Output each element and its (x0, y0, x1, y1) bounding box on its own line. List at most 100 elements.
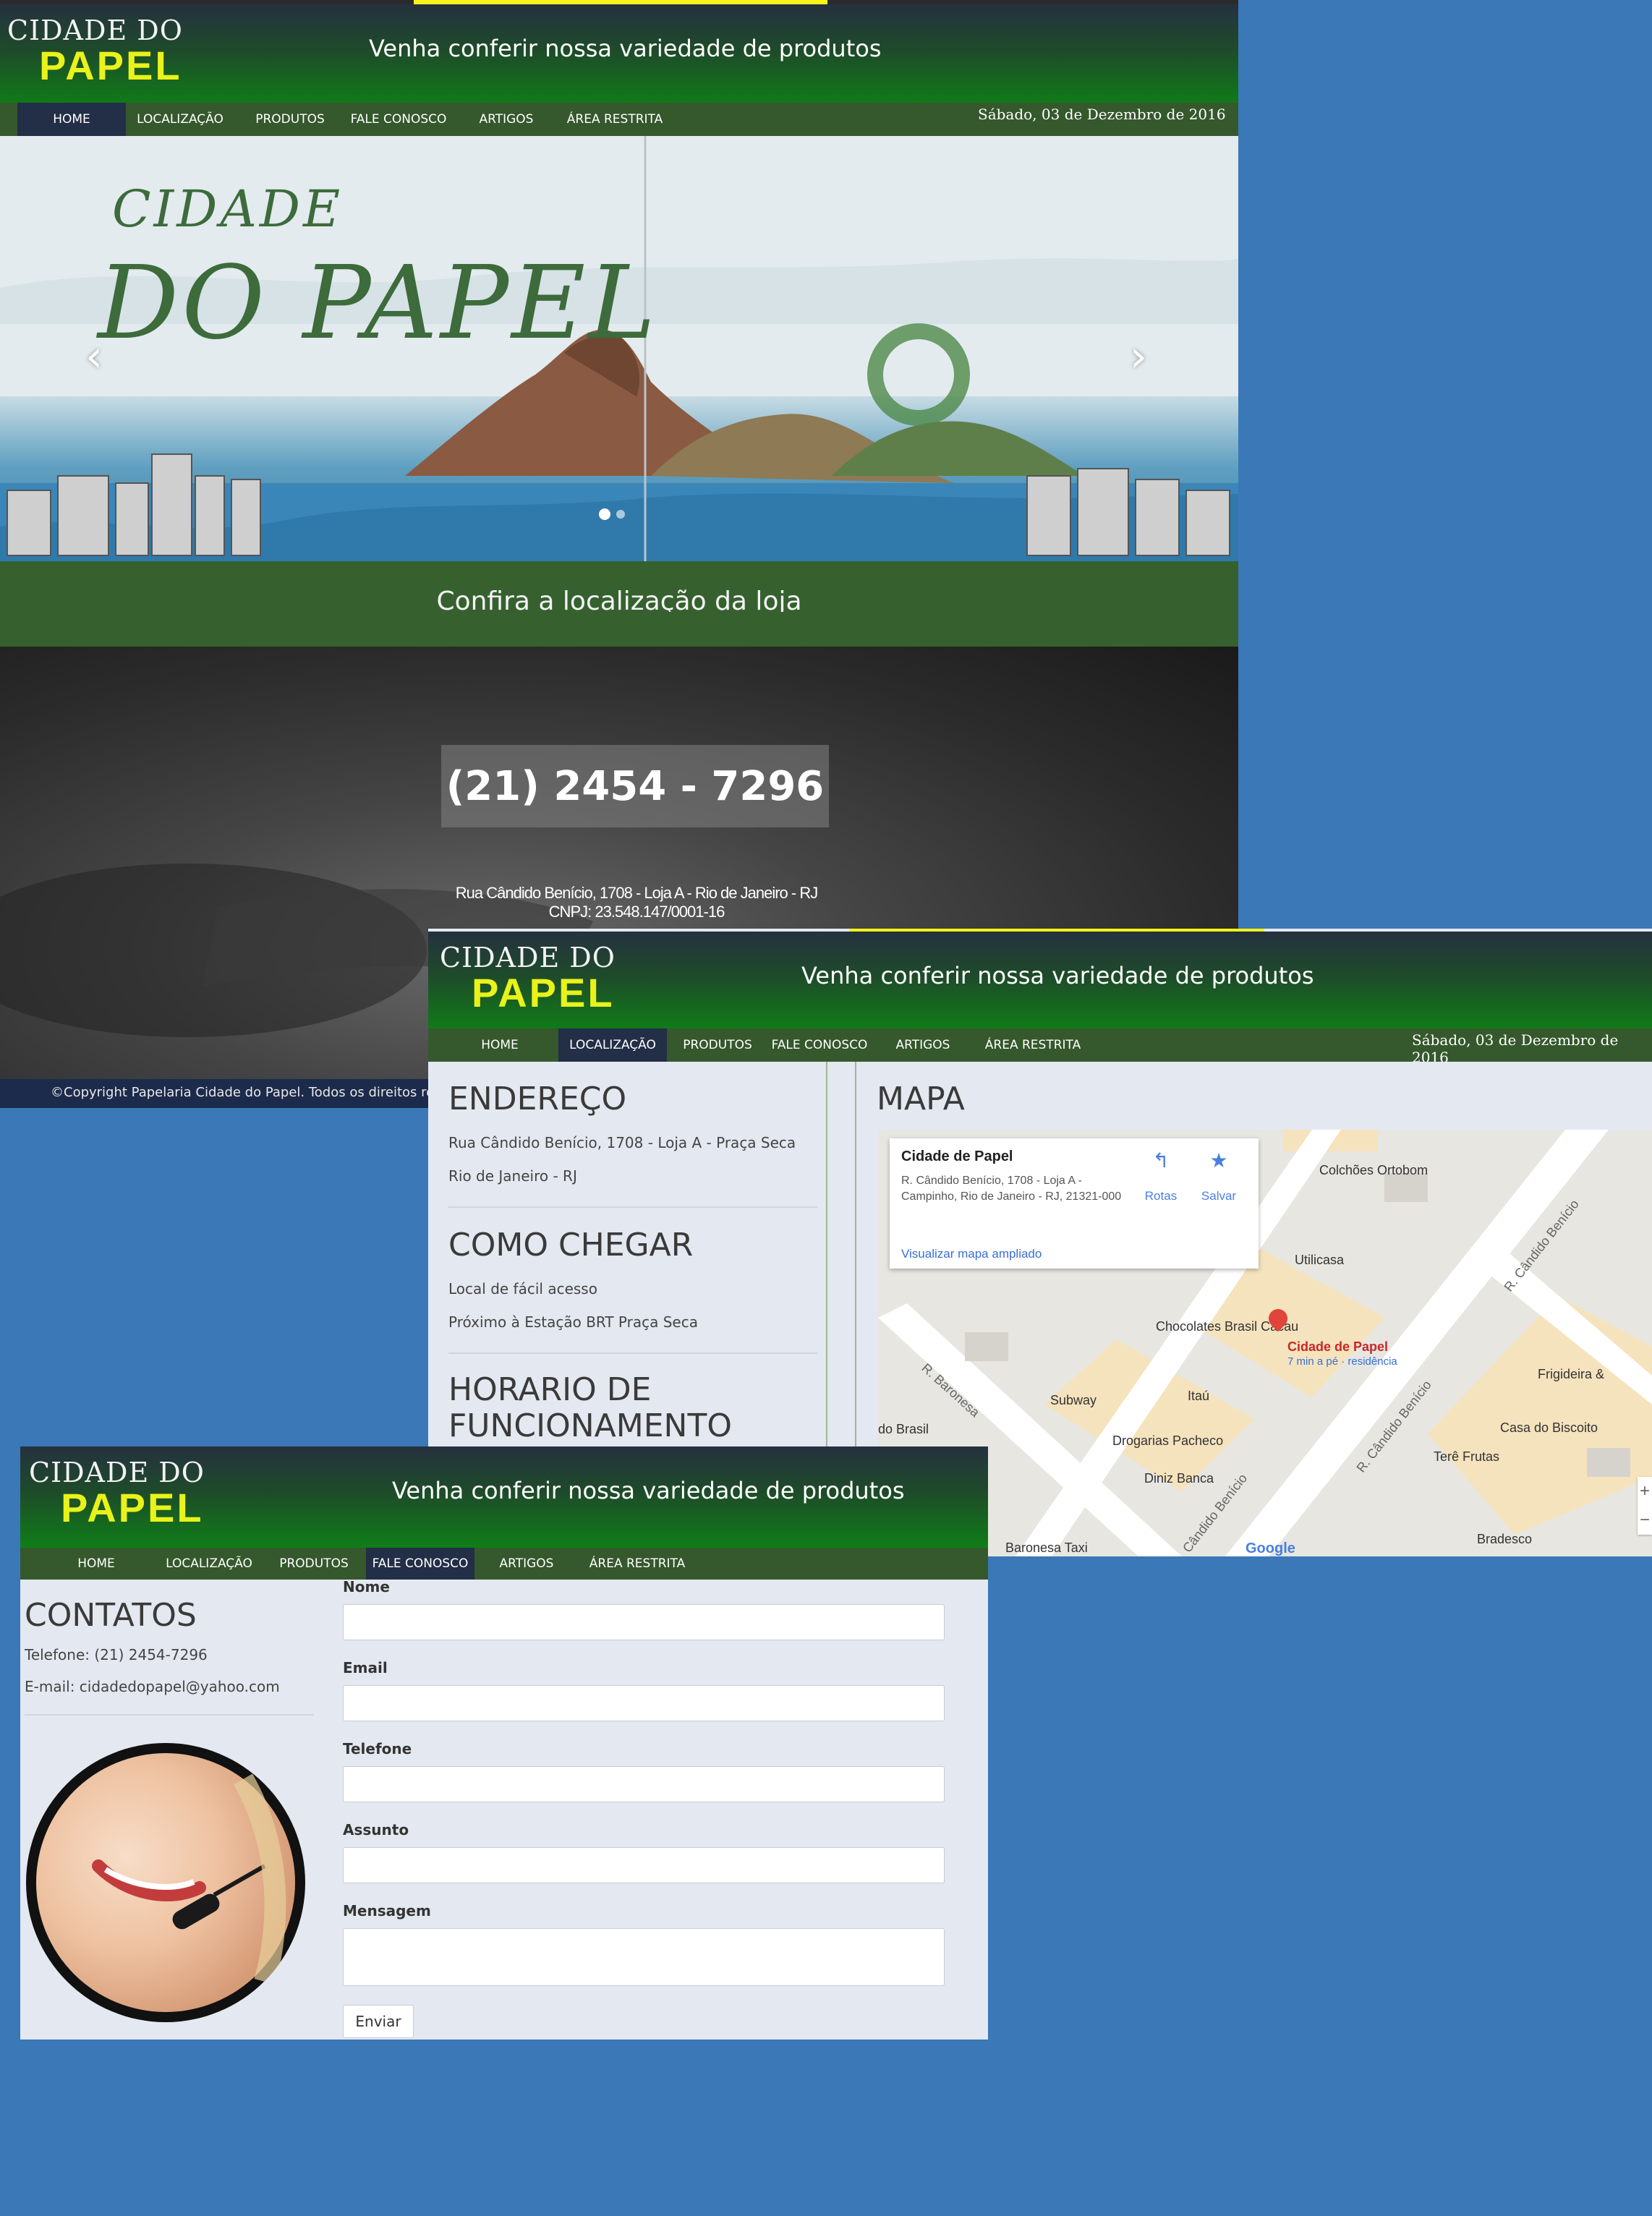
google-map[interactable]: Cidade de Papel R. Cândido Benício, 1708… (878, 1130, 1652, 1556)
horario-title-line2: FUNCIONAMENTO (448, 1407, 732, 1444)
message-label: Mensagem (343, 1902, 431, 1919)
horario-title-line1: HORARIO DE (448, 1371, 652, 1408)
carousel-prev-icon[interactable]: ‹ (85, 331, 103, 382)
support-agent-avatar (26, 1743, 305, 2022)
zoom-out-button[interactable]: − (1638, 1506, 1652, 1535)
nav-localizacao[interactable]: LOCALIZAÇÃO (558, 1028, 667, 1062)
divider (448, 1352, 817, 1354)
logo-line2: PAPEL (61, 1485, 204, 1530)
directions-icon[interactable]: ↰ (1136, 1149, 1186, 1172)
view-larger-map-link[interactable]: Visualizar mapa ampliado (901, 1247, 1042, 1261)
site-header: CIDADE DO PAPEL Venha conferir nossa var… (20, 1446, 988, 1548)
main-nav: HOME LOCALIZAÇÃO PRODUTOS FALE CONOSCO A… (20, 1548, 988, 1580)
nav-artigos[interactable]: ARTIGOS (463, 103, 550, 136)
map-poi[interactable]: Bradesco (1477, 1532, 1532, 1547)
save-star-icon[interactable]: ★ (1193, 1149, 1244, 1172)
save-button[interactable]: Salvar (1193, 1189, 1244, 1203)
copyright-text: ©Copyright Papelaria Cidade do Papel. To… (51, 1085, 455, 1100)
nav-produtos[interactable]: PRODUTOS (243, 103, 337, 136)
message-textarea[interactable] (343, 1928, 945, 1986)
directions-button[interactable]: Rotas (1136, 1189, 1186, 1203)
map-poi[interactable]: Drogarias Pacheco (1112, 1433, 1223, 1449)
divider (448, 1206, 817, 1208)
phone-input[interactable] (343, 1766, 945, 1802)
header-tagline: Venha conferir nossa variedade de produt… (369, 35, 882, 62)
endereco-title: ENDEREÇO (448, 1081, 627, 1117)
location-banner[interactable]: Confira a localização da loja (0, 561, 1238, 616)
mapa-title: MAPA (877, 1081, 965, 1117)
map-poi[interactable]: Baronesa Taxi (1005, 1540, 1088, 1556)
map-poi[interactable]: Frigideira & (1538, 1367, 1604, 1382)
map-place-address: R. Cândido Benício, 1708 - Loja A - Camp… (901, 1175, 1122, 1203)
main-nav: HOME LOCALIZAÇÃO PRODUTOS FALE CONOSCO A… (428, 1028, 1652, 1066)
phone-number: (21) 2454 - 7296 (441, 745, 829, 827)
subject-input[interactable] (343, 1847, 945, 1883)
contact-email: E-mail: cidadedopapel@yahoo.com (25, 1678, 280, 1695)
nav-area-restrita[interactable]: ÁREA RESTRITA (975, 1028, 1091, 1062)
nav-produtos[interactable]: PRODUTOS (674, 1028, 761, 1062)
map-poi[interactable]: Colchões Ortobom (1319, 1163, 1428, 1178)
site-logo[interactable]: CIDADE DO PAPEL (7, 14, 183, 89)
nav-home[interactable]: HOME (17, 103, 126, 136)
site-header: CIDADE DO PAPEL Venha conferir nossa var… (428, 932, 1652, 1031)
zoom-in-button[interactable]: + (1638, 1477, 1652, 1506)
divider (25, 1714, 314, 1716)
headset-icon (92, 1773, 286, 1985)
banner-bottom (0, 612, 1238, 647)
nav-date: Sábado, 03 de Dezembro de 2016 (1412, 1031, 1619, 1066)
nav-produtos[interactable]: PRODUTOS (271, 1548, 357, 1580)
google-logo: Google (1246, 1540, 1295, 1556)
map-poi[interactable]: Subway (1050, 1393, 1097, 1408)
map-poi[interactable]: Itaú (1188, 1389, 1209, 1404)
nav-localizacao[interactable]: LOCALIZAÇÃO (127, 103, 233, 136)
contatos-title: CONTATOS (25, 1597, 197, 1634)
map-marker-label: Cidade de Papel (1287, 1339, 1389, 1354)
map-place-name: Cidade de Papel (901, 1149, 1013, 1164)
phone-label: Telefone (343, 1740, 412, 1757)
map-marker-sublabel: 7 min a pé · residência (1287, 1355, 1397, 1368)
subject-label: Assunto (343, 1821, 409, 1838)
map-info-card: Cidade de Papel R. Cândido Benício, 1708… (890, 1138, 1259, 1269)
contact-page-screenshot: CIDADE DO PAPEL Venha conferir nossa var… (20, 1446, 988, 2040)
carousel-next-icon[interactable]: › (1130, 331, 1147, 382)
nav-fale-conosco[interactable]: FALE CONOSCO (765, 1028, 874, 1062)
nav-localizacao[interactable]: LOCALIZAÇÃO (155, 1548, 263, 1580)
hero-title-line1: CIDADE (112, 179, 344, 239)
nav-fale-conosco[interactable]: FALE CONOSCO (366, 1548, 474, 1580)
site-logo[interactable]: CIDADE DO PAPEL (29, 1457, 205, 1531)
nav-area-restrita[interactable]: ÁREA RESTRITA (576, 1548, 699, 1580)
nav-date: Sábado, 03 de Dezembro de 2016 (978, 106, 1226, 123)
store-cnpj: CNPJ: 23.548.147/0001-16 (548, 903, 725, 921)
hero-carousel: CIDADE DO PAPEL ‹ › (0, 136, 1238, 561)
logo-line2: PAPEL (472, 970, 615, 1015)
email-input[interactable] (343, 1685, 945, 1721)
logo-line2: PAPEL (39, 43, 182, 88)
name-label: Nome (343, 1578, 390, 1595)
hero-title-line2: DO PAPEL (98, 244, 659, 362)
store-address: Rua Cândido Benício, 1708 - Loja A - Rio… (455, 884, 818, 902)
endereco-line2: Rio de Janeiro - RJ (448, 1167, 577, 1185)
nav-home[interactable]: HOME (42, 1548, 150, 1580)
site-header: CIDADE DO PAPEL Venha conferir nossa var… (0, 4, 1238, 107)
como-chegar-title: COMO CHEGAR (448, 1227, 694, 1263)
site-logo[interactable]: CIDADE DO PAPEL (440, 942, 616, 1016)
map-poi[interactable]: Casa do Biscoito (1500, 1420, 1598, 1436)
nav-fale-conosco[interactable]: FALE CONOSCO (344, 103, 453, 136)
zoom-control: + − (1638, 1477, 1652, 1535)
nav-area-restrita[interactable]: ÁREA RESTRITA (557, 103, 673, 136)
nav-artigos[interactable]: ARTIGOS (880, 1028, 966, 1062)
name-input[interactable] (343, 1604, 945, 1640)
email-label: Email (343, 1659, 388, 1676)
nav-home[interactable]: HOME (435, 1028, 564, 1062)
header-tagline: Venha conferir nossa variedade de produt… (392, 1477, 905, 1504)
main-nav: HOME LOCALIZAÇÃO PRODUTOS FALE CONOSCO A… (0, 103, 1238, 136)
map-poi[interactable]: Terê Frutas (1434, 1449, 1499, 1465)
map-poi[interactable]: Diniz Banca (1144, 1471, 1214, 1486)
como-chegar-line1: Local de fácil acesso (448, 1280, 597, 1297)
nav-artigos[interactable]: ARTIGOS (483, 1548, 570, 1580)
map-poi[interactable]: do Brasil (878, 1422, 929, 1437)
contact-phone: Telefone: (21) 2454-7296 (25, 1646, 208, 1663)
map-poi[interactable]: Utilicasa (1295, 1253, 1344, 1268)
header-tagline: Venha conferir nossa variedade de produt… (801, 962, 1314, 989)
submit-button[interactable]: Enviar (343, 2005, 414, 2038)
